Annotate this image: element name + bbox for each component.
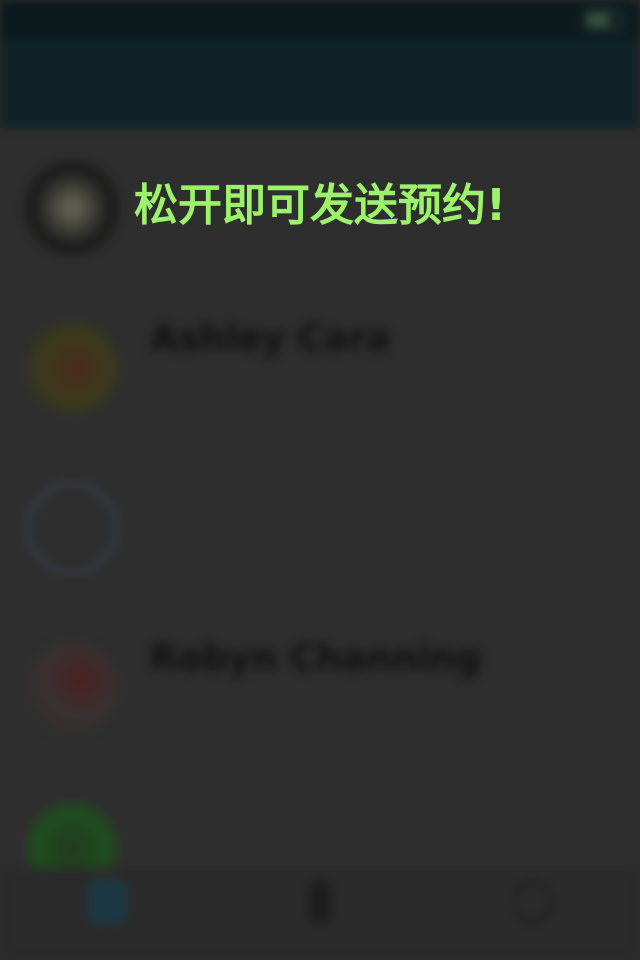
profile-icon (513, 880, 554, 924)
tab-profile[interactable] (473, 874, 593, 954)
chat-row[interactable]: Robyn Channing (0, 608, 640, 768)
chat-bubble-icon (86, 880, 127, 924)
chat-row[interactable] (0, 448, 640, 608)
navigation-bar (0, 40, 640, 128)
avatar (26, 322, 118, 414)
chat-name: Ashley Cara (150, 318, 391, 359)
contacts-icon (307, 880, 332, 924)
status-bar (0, 0, 640, 40)
tab-contacts[interactable] (260, 874, 380, 954)
chat-row[interactable]: Ashley Cara (0, 288, 640, 448)
avatar (26, 642, 118, 734)
tab-chats[interactable] (47, 874, 167, 954)
battery-icon (584, 10, 624, 30)
chat-list[interactable]: Ashley Cara Robyn Channing (0, 128, 640, 928)
avatar (26, 482, 118, 574)
chat-name: Robyn Channing (150, 638, 482, 679)
tab-bar (0, 868, 640, 960)
dimmed-background-screen: Ashley Cara Robyn Channing (0, 0, 640, 960)
release-to-send-hint: 松开即可发送预约! (133, 180, 507, 231)
status-right (584, 10, 624, 30)
